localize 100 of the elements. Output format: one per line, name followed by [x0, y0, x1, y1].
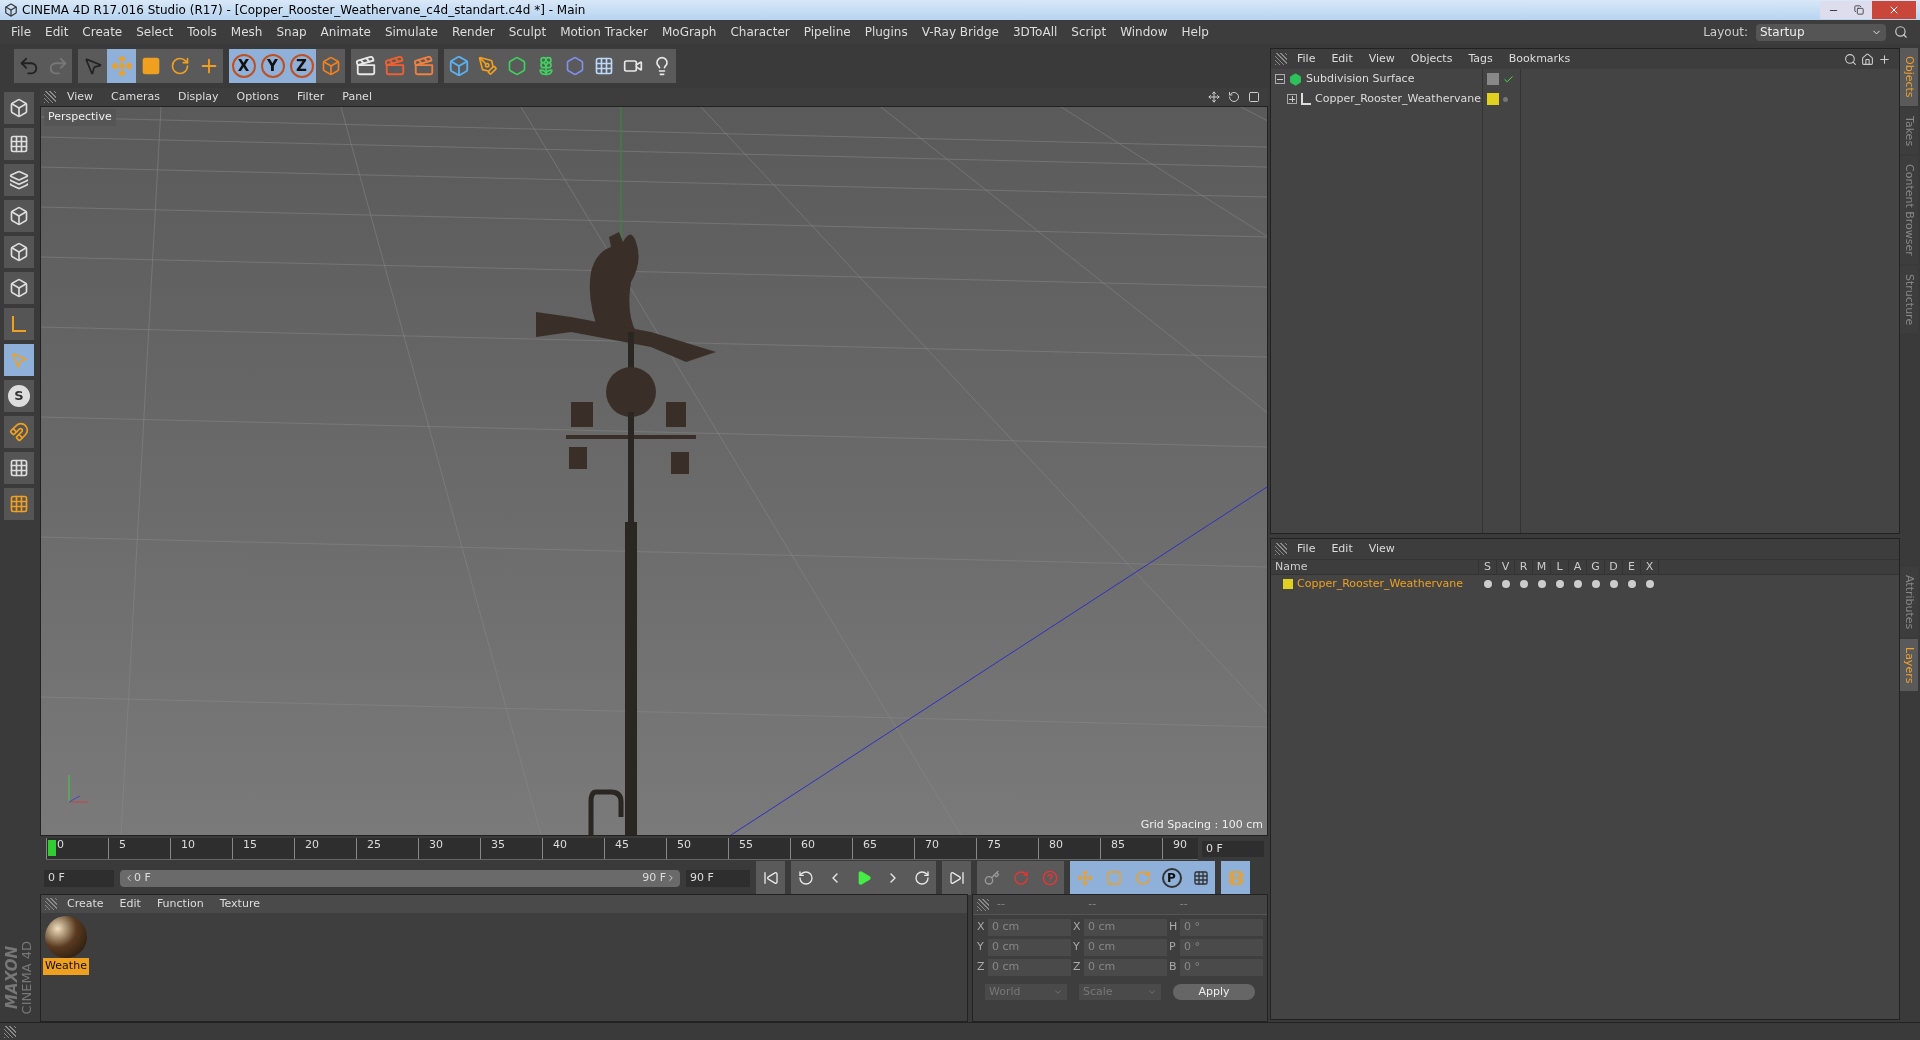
timeline-button[interactable]	[1221, 861, 1250, 895]
tree-row[interactable]: Copper_Rooster_Weathervane	[1271, 89, 1482, 109]
menu-item[interactable]: Snap	[269, 23, 314, 41]
layout-dropdown[interactable]: Startup	[1756, 23, 1886, 41]
start-frame-field[interactable]: 0 F	[44, 869, 114, 887]
menu-item[interactable]: MoGraph	[654, 23, 724, 41]
menu-item[interactable]: Animate	[313, 23, 378, 41]
menu-item[interactable]: Edit	[38, 23, 76, 41]
axis-lock-button[interactable]: Z	[287, 49, 316, 83]
transform-tool-button[interactable]	[194, 49, 223, 83]
layer-flag-icon[interactable]	[1556, 580, 1564, 588]
column-header[interactable]: G	[1587, 558, 1605, 576]
go-to-start-button[interactable]	[756, 861, 785, 895]
objects-menu-item[interactable]: Edit	[1325, 50, 1359, 68]
layer-flag-icon[interactable]	[1520, 580, 1528, 588]
material-menu-item[interactable]: Texture	[213, 895, 266, 913]
scale-tool-button[interactable]	[136, 49, 165, 83]
viewport-menu-item[interactable]: View	[60, 88, 101, 106]
column-header[interactable]: V	[1497, 558, 1515, 576]
column-header[interactable]: X	[1641, 558, 1659, 576]
pan-icon[interactable]	[1208, 91, 1220, 103]
timeline-ruler[interactable]: 0 5 10 15 20 25 30 35 40 45 50 55 60 65 70 75 80 85 90	[46, 838, 1198, 860]
menu-item[interactable]: Plugins	[857, 23, 915, 41]
material-menu-item[interactable]: Edit	[113, 895, 147, 913]
menu-item[interactable]: Window	[1113, 23, 1175, 41]
viewport-menu-item[interactable]: Cameras	[104, 88, 167, 106]
next-key-button[interactable]	[907, 861, 936, 895]
mode-button[interactable]	[4, 128, 34, 160]
tree-row[interactable]: Subdivision Surface	[1271, 69, 1482, 89]
layer-flag-icon[interactable]	[1628, 580, 1636, 588]
menu-item[interactable]: File	[4, 23, 39, 41]
layers-menu-item[interactable]: View	[1362, 540, 1401, 558]
previous-key-button[interactable]	[791, 861, 820, 895]
search-icon[interactable]	[1844, 52, 1857, 66]
orbit-icon[interactable]	[1228, 91, 1240, 103]
expand-icon[interactable]	[1287, 94, 1297, 104]
menu-item[interactable]: Select	[129, 23, 181, 41]
axis-lock-button[interactable]: X	[229, 49, 258, 83]
viewport-menu-item[interactable]: Display	[171, 88, 226, 106]
column-header[interactable]: A	[1569, 558, 1587, 576]
mode-button[interactable]	[4, 92, 34, 124]
menu-item[interactable]: Script	[1064, 23, 1114, 41]
column-header[interactable]: M	[1533, 558, 1551, 576]
search-icon[interactable]	[1894, 25, 1908, 39]
check-icon[interactable]	[1503, 73, 1514, 85]
mode-button[interactable]	[4, 164, 34, 196]
mode-button[interactable]	[4, 200, 34, 232]
layer-flag-icon[interactable]	[1592, 580, 1600, 588]
magnet-button[interactable]	[4, 416, 34, 448]
layer-flag-icon[interactable]	[1610, 580, 1618, 588]
viewport[interactable]: Perspective Grid Spacing : 100 cm	[40, 106, 1268, 836]
layer-flag-icon[interactable]	[1538, 580, 1546, 588]
layer-name[interactable]: Copper_Rooster_Weathervane	[1297, 575, 1463, 593]
objects-menu-item[interactable]: Objects	[1404, 50, 1459, 68]
help-button[interactable]	[1035, 861, 1064, 895]
column-header[interactable]: L	[1551, 558, 1569, 576]
column-header[interactable]: S	[1479, 558, 1497, 576]
axis-lock-button[interactable]: Y	[258, 49, 287, 83]
go-to-end-button[interactable]	[942, 861, 971, 895]
range-slider[interactable]: 0 F 90 F	[120, 869, 680, 887]
material-preview-icon[interactable]	[45, 916, 87, 958]
snap-button[interactable]: S	[4, 380, 34, 412]
coordinate-system-button[interactable]	[316, 49, 345, 83]
layer-flag-icon[interactable]	[1646, 580, 1654, 588]
objects-menu-item[interactable]: View	[1362, 50, 1401, 68]
layer-flag-icon[interactable]	[1502, 580, 1510, 588]
column-header[interactable]: D	[1605, 558, 1623, 576]
viewport-menu-item[interactable]: Panel	[335, 88, 379, 106]
column-header[interactable]: E	[1623, 558, 1641, 576]
light-button[interactable]	[647, 49, 676, 83]
cube-button[interactable]	[444, 49, 473, 83]
collapse-icon[interactable]	[1275, 74, 1285, 84]
home-icon[interactable]	[1861, 52, 1874, 66]
column-header[interactable]: R	[1515, 558, 1533, 576]
maximize-button[interactable]	[1846, 1, 1872, 19]
objects-menu-item[interactable]: Tags	[1462, 50, 1499, 68]
render-settings-button[interactable]	[409, 49, 438, 83]
layer-flag-icon[interactable]	[1484, 580, 1492, 588]
menu-item[interactable]: 3DToAll	[1005, 23, 1065, 41]
material-menu-item[interactable]: Create	[61, 895, 110, 913]
new-panel-icon[interactable]	[1878, 52, 1891, 66]
mode-button[interactable]	[4, 272, 34, 304]
end-frame-field[interactable]: 90 F	[686, 869, 750, 887]
menu-item[interactable]: Help	[1174, 23, 1216, 41]
apply-button[interactable]: Apply	[1173, 984, 1255, 1000]
objects-menu-item[interactable]: Bookmarks	[1502, 50, 1577, 68]
menu-item[interactable]: Motion Tracker	[553, 23, 655, 41]
render-view-button[interactable]	[351, 49, 380, 83]
layers-menu-item[interactable]: Edit	[1325, 540, 1359, 558]
viewport-menu-item[interactable]: Options	[229, 88, 286, 106]
material-name[interactable]: Weathe	[43, 958, 89, 975]
menu-item[interactable]: Tools	[180, 23, 224, 41]
layer-flag-icon[interactable]	[1574, 580, 1582, 588]
menu-item[interactable]: Create	[75, 23, 130, 41]
objects-menu-item[interactable]: File	[1291, 50, 1322, 68]
material-menu-item[interactable]: Function	[150, 895, 210, 913]
move-key-button[interactable]	[1070, 861, 1099, 895]
menu-item[interactable]: Mesh	[223, 23, 270, 41]
parameter-key-button[interactable]: P	[1157, 861, 1186, 895]
mode-button[interactable]	[4, 236, 34, 268]
